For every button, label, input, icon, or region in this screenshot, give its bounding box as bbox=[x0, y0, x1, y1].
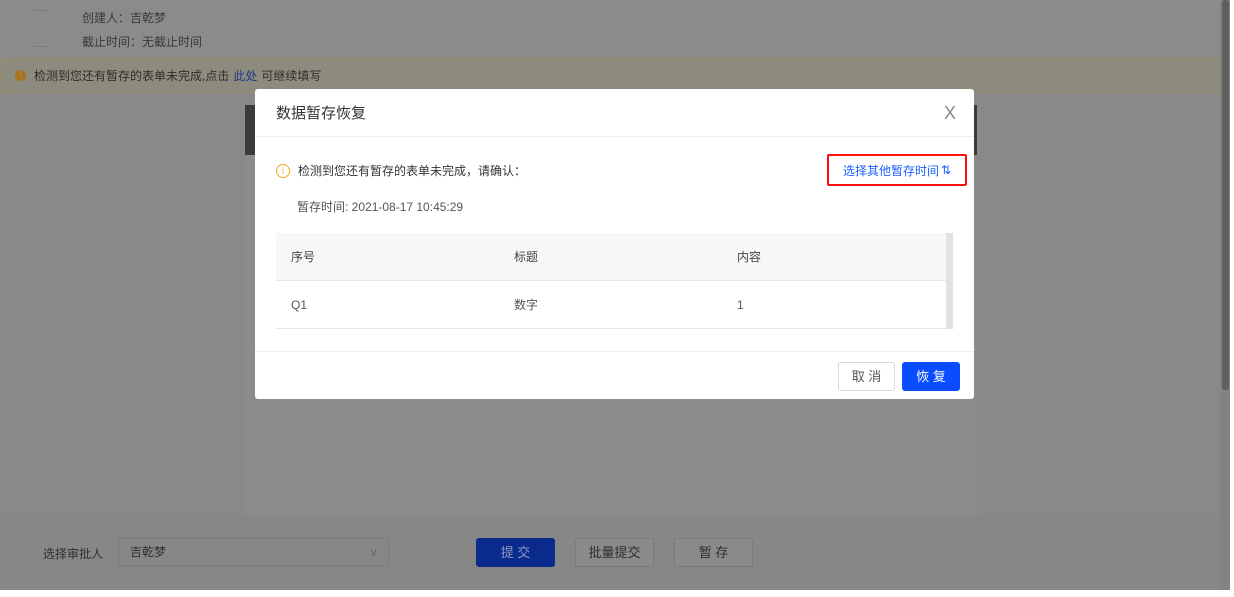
save-draft-button[interactable]: 暂 存 bbox=[674, 538, 753, 567]
cell: 数字 bbox=[514, 298, 539, 312]
draft-warning-bar: ! 检测到您还有暂存的表单未完成,点击 此处 可继续填写 bbox=[0, 58, 1224, 93]
approver-value: 吉乾梦 bbox=[130, 545, 167, 559]
chevron-down-icon: ∨ bbox=[369, 545, 378, 559]
warning-text: 检测到您还有暂存的表单未完成,点击 bbox=[34, 69, 230, 83]
submit-button[interactable]: 提 交 bbox=[476, 538, 555, 567]
batch-submit-button[interactable]: 批量提交 bbox=[575, 538, 654, 567]
approver-label: 选择审批人 bbox=[43, 547, 104, 561]
warning-text-after: 可继续填写 bbox=[261, 69, 322, 83]
divider bbox=[33, 46, 49, 47]
approver-select[interactable]: 吉乾梦 ∨ bbox=[118, 538, 389, 566]
table-row: Q1 数字 1 bbox=[276, 281, 953, 329]
restore-button[interactable]: 恢 复 bbox=[902, 362, 960, 391]
table-scrollbar[interactable] bbox=[946, 233, 953, 329]
info-icon: i bbox=[276, 163, 290, 178]
col-header: 序号 bbox=[291, 250, 316, 264]
restore-draft-dialog: 数据暂存恢复 X i 检测到您还有暂存的表单未完成，请确认： 选择其他暂存时间 ⇅… bbox=[255, 89, 974, 399]
cell: Q1 bbox=[291, 297, 308, 312]
saved-time: 暂存时间: 2021-08-17 10:45:29 bbox=[297, 200, 464, 214]
continue-link[interactable]: 此处 bbox=[233, 67, 257, 84]
choose-other-time-link[interactable]: 选择其他暂存时间 ⇅ bbox=[827, 154, 967, 186]
cancel-button[interactable]: 取 消 bbox=[838, 362, 895, 391]
form-header: 创建人：吉乾梦 截止时间：无截止时间 bbox=[0, 0, 1230, 57]
creator-label: 创建人：吉乾梦 bbox=[82, 11, 167, 25]
deadline-label: 截止时间：无截止时间 bbox=[82, 35, 203, 49]
confirm-message: i 检测到您还有暂存的表单未完成，请确认： bbox=[276, 162, 526, 179]
switch-icon: ⇅ bbox=[940, 163, 952, 177]
confirm-text: 检测到您还有暂存的表单未完成，请确认： bbox=[298, 164, 527, 178]
dialog-title: 数据暂存恢复 bbox=[255, 89, 974, 137]
divider bbox=[33, 10, 49, 11]
warning-icon: ! bbox=[15, 70, 26, 81]
col-header: 内容 bbox=[737, 250, 762, 264]
cell: 1 bbox=[737, 297, 744, 312]
table-header: 序号 标题 内容 bbox=[276, 233, 953, 281]
choose-other-time-label: 选择其他暂存时间 bbox=[842, 163, 939, 178]
draft-table: 序号 标题 内容 Q1 数字 1 bbox=[276, 233, 953, 329]
scrollbar-thumb[interactable] bbox=[1222, 0, 1229, 390]
col-header: 标题 bbox=[514, 250, 539, 264]
close-icon[interactable]: X bbox=[944, 103, 956, 124]
